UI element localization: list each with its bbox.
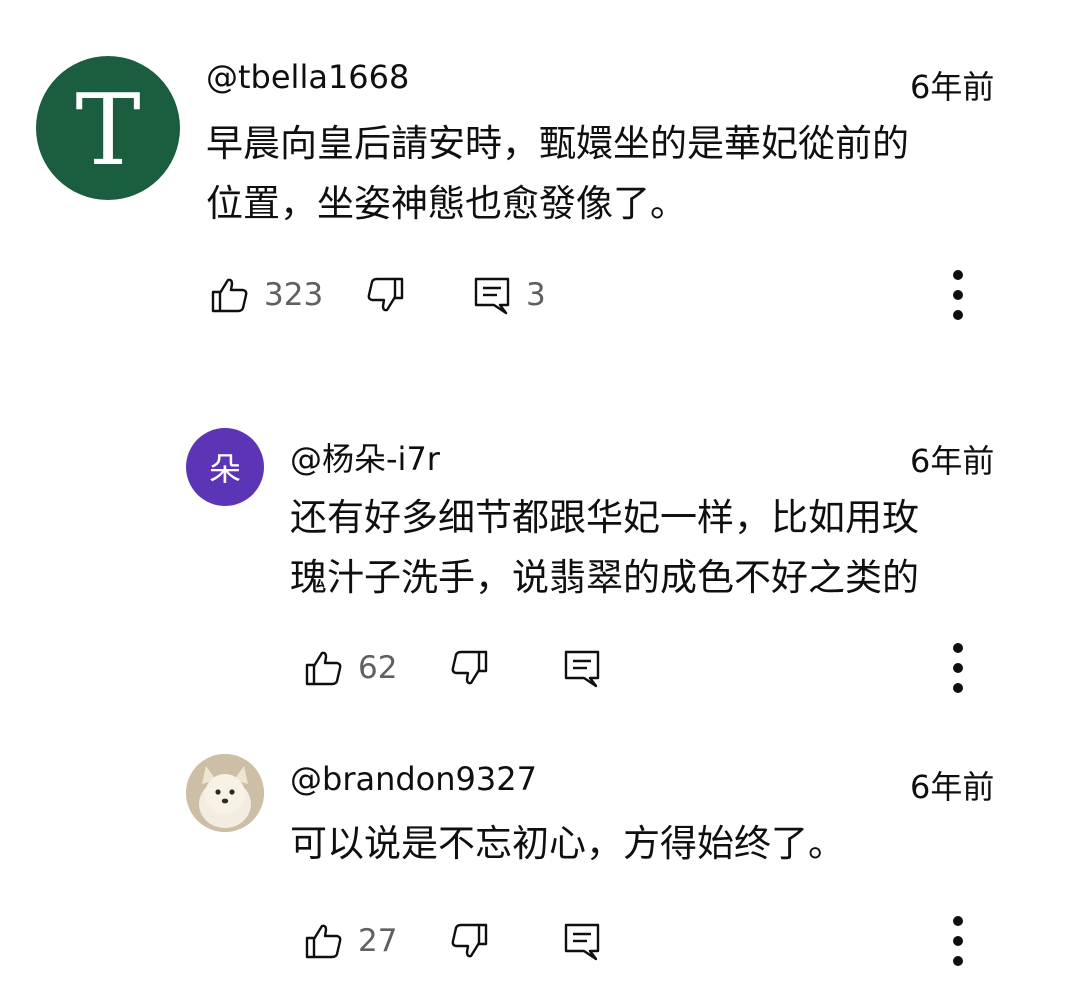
thumbs-down-icon	[365, 275, 405, 315]
comment-text-line: 位置，坐姿神態也愈發像了。	[206, 182, 687, 225]
avatar[interactable]: 朵	[186, 428, 264, 506]
comment-text-line: 可以说是不忘初心，方得始终了。	[290, 822, 845, 865]
thumbs-up-icon	[210, 275, 250, 315]
comment-author[interactable]: @brandon9327	[290, 760, 537, 798]
dislike-button[interactable]	[449, 916, 489, 966]
comment-text: 可以说是不忘初心，方得始终了。	[290, 814, 1030, 874]
more-button[interactable]	[948, 270, 968, 320]
comment-text-line: 瑰汁子洗手，说翡翠的成色不好之类的	[290, 556, 919, 599]
reply-button[interactable]	[562, 916, 602, 966]
more-button[interactable]	[948, 916, 968, 966]
reply-button[interactable]	[562, 643, 602, 693]
like-count: 62	[358, 650, 398, 686]
comment-actions: 323 3	[210, 270, 1010, 320]
avatar[interactable]	[186, 754, 264, 832]
comment-2: 朵 @杨朵-i7r 6年前 还有好多细节都跟华妃一样，比如用玫 瑰汁子洗手，说翡…	[0, 340, 1080, 720]
reply-icon	[472, 275, 512, 315]
reply-icon	[562, 648, 602, 688]
comment-timestamp: 6年前	[910, 442, 995, 480]
comment-timestamp: 6年前	[910, 68, 995, 106]
more-vertical-icon	[948, 916, 968, 970]
comment-author[interactable]: @tbella1668	[206, 58, 409, 96]
comment-timestamp: 6年前	[910, 768, 995, 806]
comment-text: 还有好多细节都跟华妃一样，比如用玫 瑰汁子洗手，说翡翠的成色不好之类的	[290, 488, 1030, 608]
dislike-button[interactable]	[365, 270, 405, 320]
comment-author[interactable]: @杨朵-i7r	[290, 434, 440, 480]
comment-text-line: 还有好多细节都跟华妃一样，比如用玫	[290, 496, 919, 539]
like-button[interactable]: 323	[210, 270, 323, 320]
thumbs-up-icon	[304, 921, 344, 961]
like-button[interactable]: 62	[304, 643, 397, 693]
reply-count: 3	[526, 277, 546, 313]
comment-3: @brandon9327 6年前 可以说是不忘初心，方得始终了。 27	[0, 720, 1080, 986]
thumbs-down-icon	[449, 648, 489, 688]
more-vertical-icon	[948, 643, 968, 697]
comment-actions: 62	[304, 643, 1024, 693]
comment-text-line: 早晨向皇后請安時，甄嬛坐的是華妃從前的	[206, 122, 909, 165]
like-count: 27	[358, 923, 398, 959]
avatar-letter: 朵	[208, 450, 241, 488]
more-vertical-icon	[948, 270, 968, 324]
reply-icon	[562, 921, 602, 961]
reply-button[interactable]: 3	[472, 270, 546, 320]
thumbs-down-icon	[449, 921, 489, 961]
avatar[interactable]: T	[36, 56, 180, 200]
thumbs-up-icon	[304, 648, 344, 688]
dislike-button[interactable]	[449, 643, 489, 693]
like-button[interactable]: 27	[304, 916, 397, 966]
dog-photo	[186, 754, 264, 832]
comment-1: T @tbella1668 6年前 早晨向皇后請安時，甄嬛坐的是華妃從前的 位置…	[0, 0, 1080, 340]
avatar-letter: T	[75, 74, 141, 188]
comment-actions: 27	[304, 916, 1024, 966]
comment-text: 早晨向皇后請安時，甄嬛坐的是華妃從前的 位置，坐姿神態也愈發像了。	[206, 114, 1026, 234]
like-count: 323	[264, 277, 324, 313]
more-button[interactable]	[948, 643, 968, 693]
